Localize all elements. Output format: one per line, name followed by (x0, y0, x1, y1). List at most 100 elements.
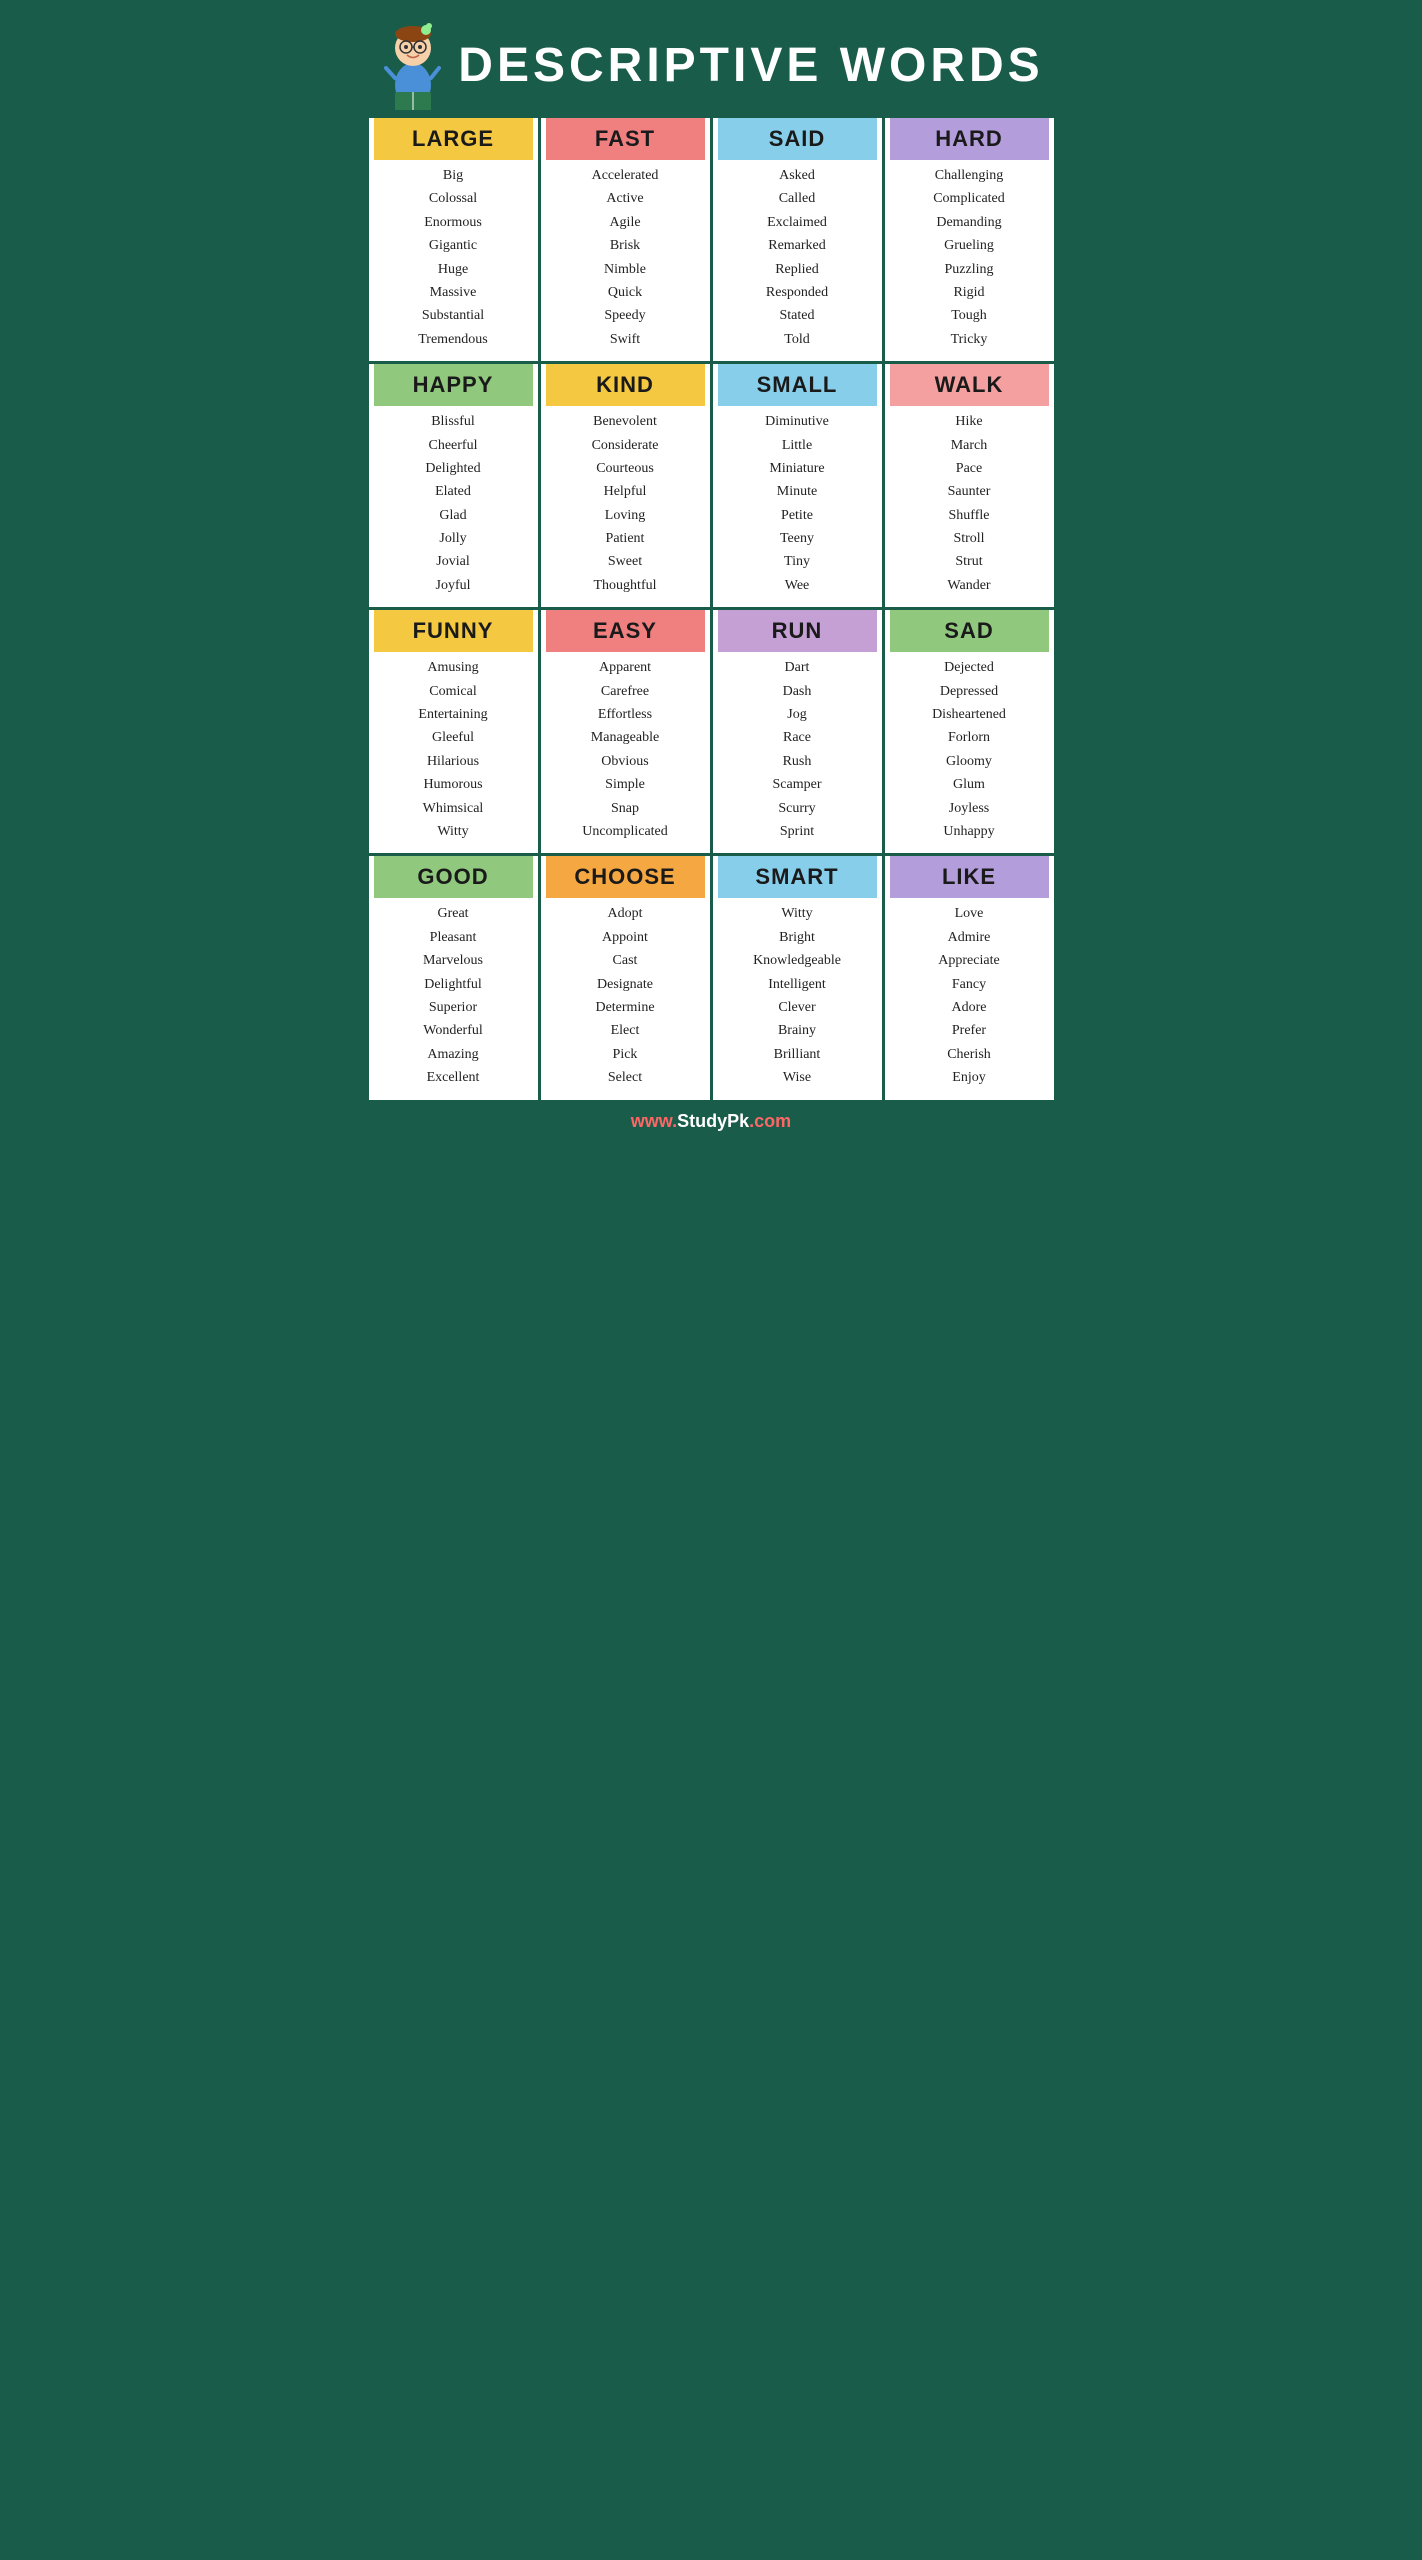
list-item: Forlorn (948, 727, 990, 749)
list-item: Dart (785, 657, 810, 679)
category-cell-happy: HAPPYBlissfulCheerfulDelightedElatedGlad… (369, 364, 538, 607)
category-words-like: LoveAdmireAppreciateFancyAdorePreferCher… (890, 903, 1049, 1089)
category-words-said: AskedCalledExclaimedRemarkedRepliedRespo… (718, 165, 877, 351)
list-item: Humorous (423, 774, 482, 796)
list-item: Challenging (935, 165, 1003, 187)
list-item: Cheerful (429, 435, 478, 457)
category-cell-fast: FASTAcceleratedActiveAgileBriskNimbleQui… (541, 118, 710, 361)
category-cell-choose: CHOOSE AdoptAppointCastDesignateDetermine… (541, 856, 710, 1099)
list-item: Courteous (596, 458, 654, 480)
list-item: Brilliant (774, 1044, 821, 1066)
list-item: Joyful (436, 575, 471, 597)
category-cell-good: GOODGreatPleasantMarvelousDelightfulSupe… (369, 856, 538, 1099)
list-item: Brainy (778, 1020, 816, 1042)
footer-text: www.StudyPk.com (631, 1111, 791, 1131)
category-header-sad: SAD (890, 610, 1049, 652)
list-item: Elect (611, 1020, 640, 1042)
category-header-smart: SMART (718, 856, 877, 898)
list-item: Entertaining (418, 704, 487, 726)
list-item: Colossal (429, 188, 477, 210)
list-item: Gigantic (429, 235, 477, 257)
category-words-kind: BenevolentConsiderateCourteousHelpfulLov… (546, 411, 705, 597)
list-item: Appoint (602, 927, 648, 949)
list-item: Complicated (933, 188, 1005, 210)
list-item: Brisk (610, 235, 640, 257)
list-item: Dejected (944, 657, 994, 679)
category-header-small: SMALL (718, 364, 877, 406)
category-words-sad: DejectedDepressedDisheartenedForlornGloo… (890, 657, 1049, 843)
category-cell-said: SAID AskedCalledExclaimedRemarkedRepliedR… (713, 118, 882, 361)
list-item: Tremendous (418, 329, 488, 351)
list-item: Rigid (953, 282, 984, 304)
category-header-happy: HAPPY (374, 364, 533, 406)
list-item: Sweet (608, 551, 642, 573)
list-item: Wander (947, 575, 990, 597)
list-item: Admire (948, 927, 991, 949)
list-item: Intelligent (768, 974, 826, 996)
list-item: Comical (429, 681, 476, 703)
list-item: Massive (430, 282, 477, 304)
list-item: Gloomy (946, 751, 992, 773)
list-item: Wise (783, 1067, 811, 1089)
category-cell-run: RUN DartDashJogRaceRushScamperScurrySprin… (713, 610, 882, 853)
list-item: Adopt (608, 903, 643, 925)
category-header-choose: CHOOSE (546, 856, 705, 898)
list-item: Jovial (436, 551, 469, 573)
category-cell-large: LARGEBigColossalEnormousGiganticHugeMass… (369, 118, 538, 361)
list-item: Swift (610, 329, 640, 351)
list-item: Substantial (422, 305, 484, 327)
category-words-hard: ChallengingComplicatedDemandingGruelingP… (890, 165, 1049, 351)
list-item: Dash (783, 681, 812, 703)
list-item: Appreciate (938, 950, 999, 972)
list-item: Gleeful (432, 727, 474, 749)
list-item: Enjoy (952, 1067, 985, 1089)
list-item: Fancy (952, 974, 986, 996)
list-item: Amusing (427, 657, 478, 679)
list-item: Shuffle (949, 505, 990, 527)
list-item: Adore (952, 997, 987, 1019)
list-item: Apparent (599, 657, 651, 679)
category-cell-kind: KINDBenevolentConsiderateCourteousHelpfu… (541, 364, 710, 607)
category-header-large: LARGE (374, 118, 533, 160)
list-item: Bright (779, 927, 815, 949)
list-item: Big (443, 165, 463, 187)
category-cell-easy: EASYApparentCarefreeEffortlessManageable… (541, 610, 710, 853)
category-header-run: RUN (718, 610, 877, 652)
words-grid: LARGEBigColossalEnormousGiganticHugeMass… (366, 115, 1057, 1103)
list-item: Glum (953, 774, 985, 796)
list-item: Strut (955, 551, 982, 573)
category-header-fast: FAST (546, 118, 705, 160)
list-item: Nimble (604, 259, 646, 281)
list-item: Rush (783, 751, 812, 773)
list-item: Pleasant (430, 927, 477, 949)
list-item: Accelerated (592, 165, 659, 187)
list-item: Replied (775, 259, 819, 281)
category-cell-like: LIKELoveAdmireAppreciateFancyAdorePrefer… (885, 856, 1054, 1099)
category-words-choose: AdoptAppointCastDesignateDetermineElectP… (546, 903, 705, 1089)
list-item: Elated (435, 481, 471, 503)
mascot-icon (378, 20, 448, 110)
category-words-run: DartDashJogRaceRushScamperScurrySprint (718, 657, 877, 843)
list-item: Remarked (768, 235, 826, 257)
list-item: Select (608, 1067, 642, 1089)
list-item: Demanding (936, 212, 1001, 234)
list-item: Blissful (431, 411, 475, 433)
list-item: Grueling (944, 235, 994, 257)
page-footer: www.StudyPk.com (366, 1103, 1057, 1140)
list-item: Uncomplicated (582, 821, 668, 843)
list-item: Unhappy (943, 821, 994, 843)
category-words-funny: AmusingComicalEntertainingGleefulHilario… (374, 657, 533, 843)
list-item: Wee (785, 575, 810, 597)
category-words-good: GreatPleasantMarvelousDelightfulSuperior… (374, 903, 533, 1089)
list-item: Miniature (769, 458, 824, 480)
category-header-said: SAID (718, 118, 877, 160)
list-item: Delightful (424, 974, 482, 996)
list-item: Petite (781, 505, 813, 527)
list-item: Jog (787, 704, 806, 726)
list-item: Little (782, 435, 812, 457)
list-item: Thoughtful (594, 575, 657, 597)
list-item: Considerate (592, 435, 659, 457)
list-item: Knowledgeable (753, 950, 841, 972)
list-item: Saunter (948, 481, 991, 503)
list-item: Amazing (427, 1044, 478, 1066)
